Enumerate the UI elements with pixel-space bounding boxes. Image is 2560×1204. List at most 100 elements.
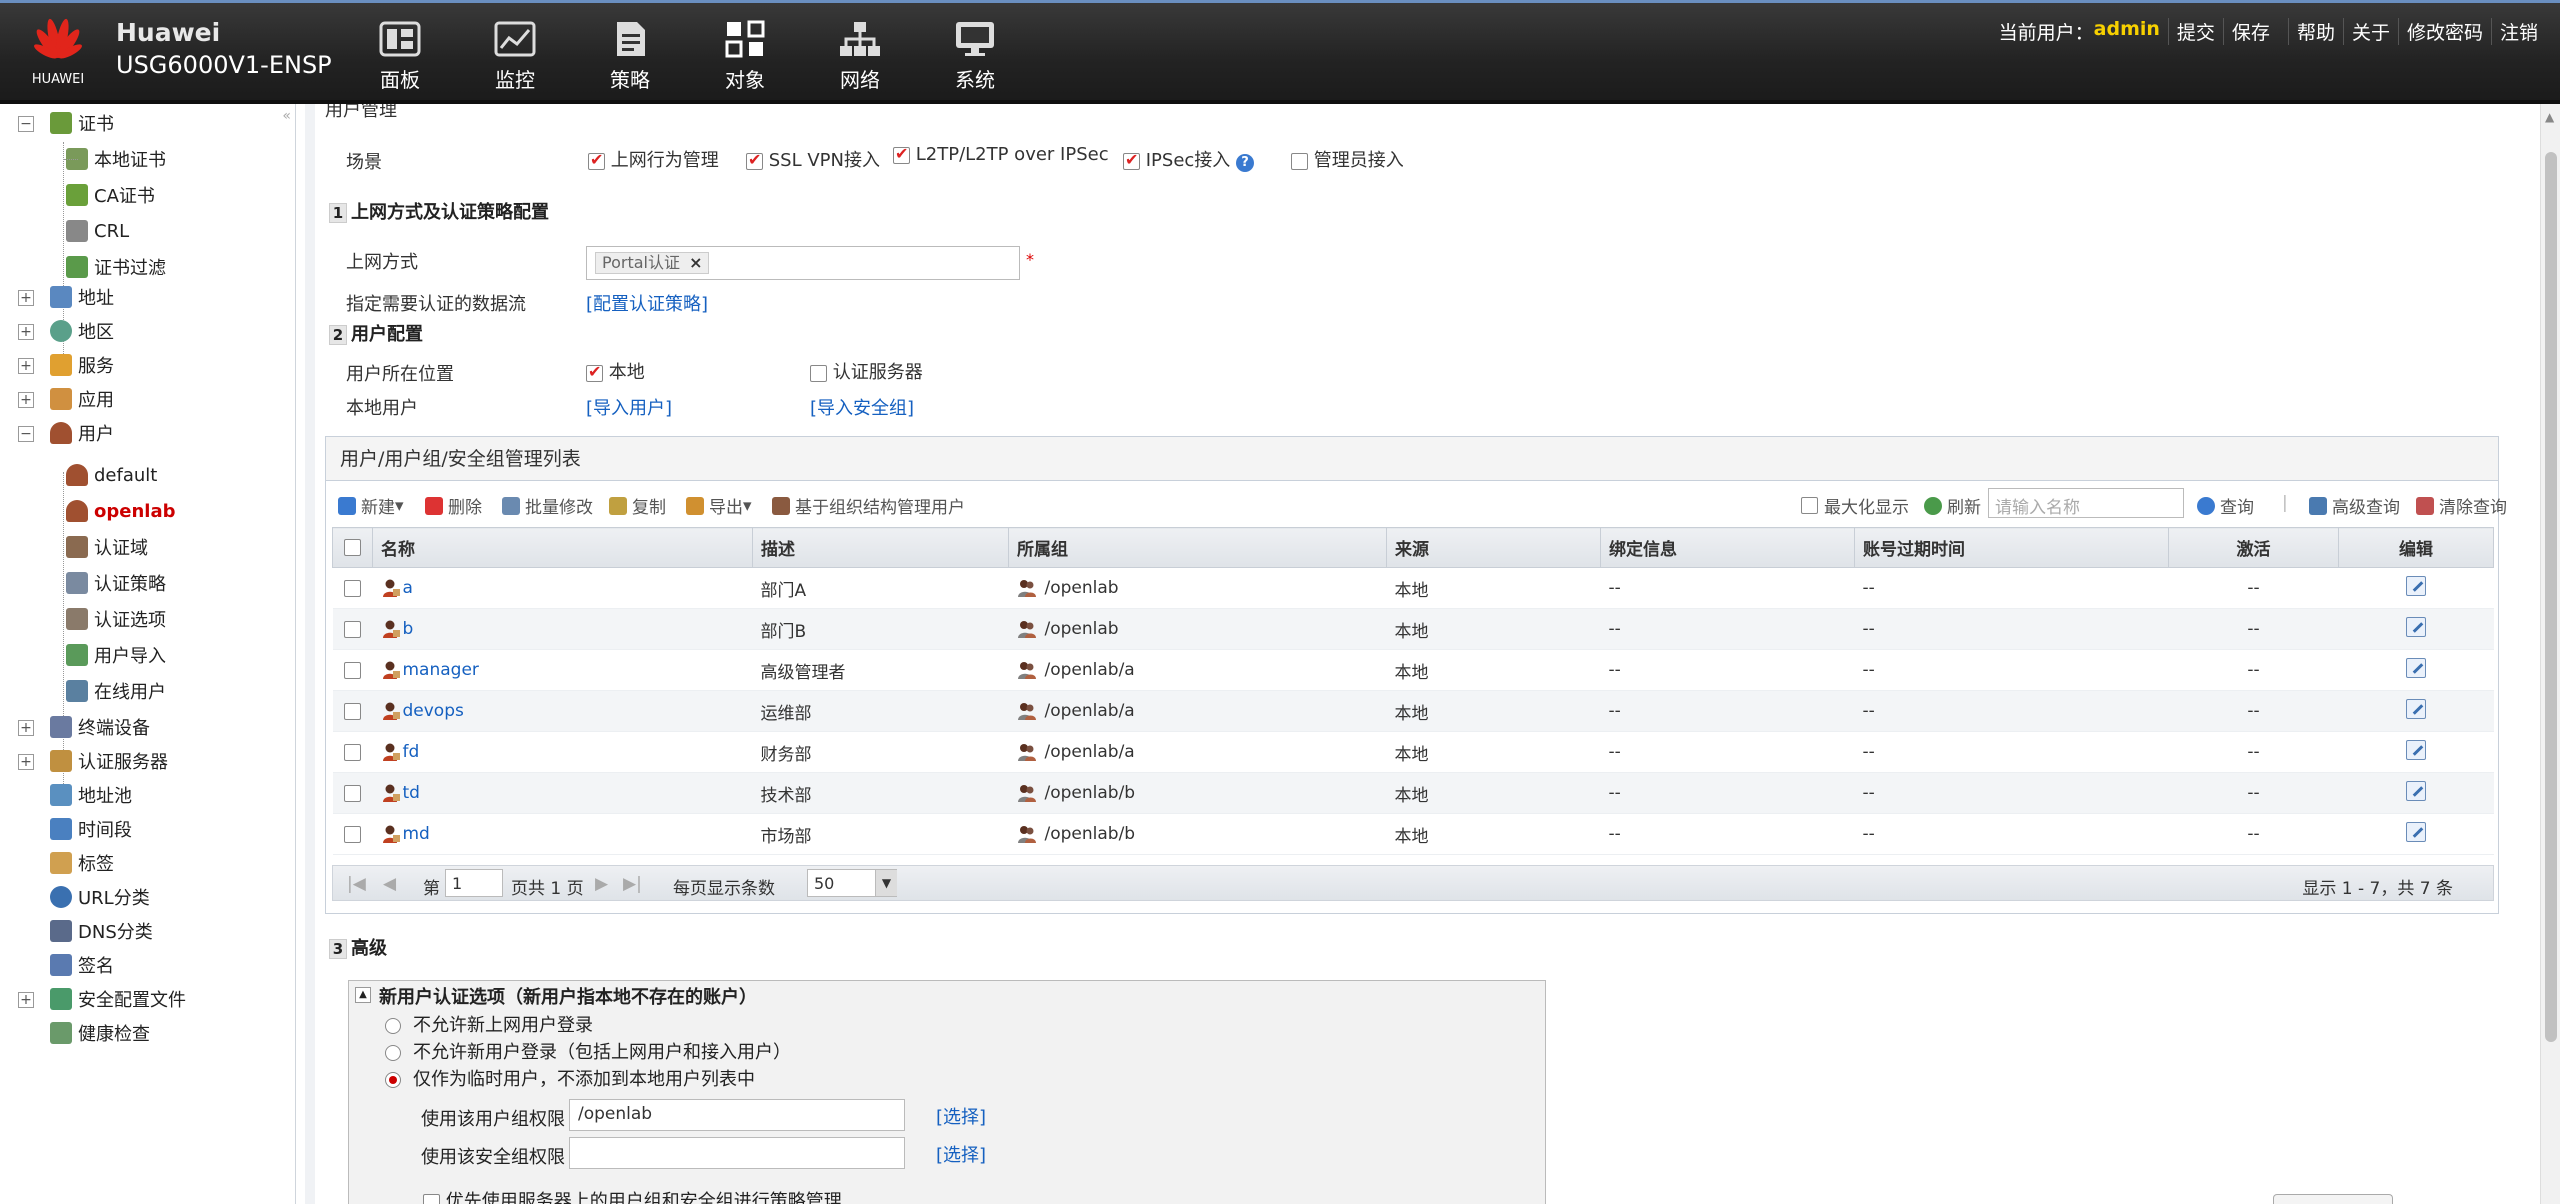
tree-item-dns-category[interactable]: DNS分类 bbox=[50, 916, 153, 946]
col-name[interactable]: 名称 bbox=[372, 527, 753, 568]
save-link[interactable]: 保存 bbox=[2222, 18, 2278, 45]
location-local[interactable]: 本地 bbox=[586, 358, 645, 384]
tree-toggle[interactable]: − bbox=[18, 426, 34, 442]
advanced-query-button[interactable]: 高级查询 bbox=[2309, 493, 2400, 518]
scene-internet-behavior[interactable]: 上网行为管理 bbox=[588, 146, 719, 172]
tree-item-auth-policy[interactable]: 认证策略 bbox=[66, 568, 166, 598]
tree-item-default[interactable]: default bbox=[66, 460, 157, 490]
cell-edit[interactable] bbox=[2338, 731, 2494, 773]
cell-name[interactable]: manager bbox=[372, 649, 753, 691]
submit-link[interactable]: 提交 bbox=[2167, 18, 2223, 45]
tree-item-terminal[interactable]: 终端设备 bbox=[50, 712, 150, 742]
tree-item-auth-server[interactable]: 认证服务器 bbox=[50, 746, 168, 776]
partial-button[interactable] bbox=[2273, 1194, 2393, 1204]
cell-name[interactable]: md bbox=[372, 813, 753, 855]
select-security-group-link[interactable]: [选择] bbox=[936, 1141, 986, 1167]
first-page-icon[interactable]: |◀ bbox=[347, 874, 366, 894]
radio-button[interactable] bbox=[385, 1018, 401, 1034]
tree-toggle[interactable]: + bbox=[18, 754, 34, 770]
tree-item-user-import[interactable]: 用户导入 bbox=[66, 640, 166, 670]
col-edit[interactable]: 编辑 bbox=[2338, 527, 2494, 568]
chevron-down-icon[interactable]: ▼ bbox=[875, 870, 897, 896]
delete-button[interactable]: 删除 bbox=[425, 493, 482, 518]
scrollbar-thumb[interactable] bbox=[2545, 152, 2557, 1042]
refresh-button[interactable]: 刷新 bbox=[1924, 493, 1981, 518]
tree-item-ca-cert[interactable]: CA证书 bbox=[64, 180, 155, 210]
checkbox[interactable] bbox=[746, 150, 763, 170]
import-users-link[interactable]: [导入用户] bbox=[586, 394, 672, 420]
tree-item-openlab[interactable]: openlab bbox=[66, 496, 175, 526]
edit-icon[interactable] bbox=[2406, 657, 2426, 678]
tree-item-tag[interactable]: 标签 bbox=[50, 848, 114, 878]
select-all-checkbox[interactable] bbox=[344, 539, 361, 556]
row-select-cell[interactable] bbox=[332, 813, 373, 855]
tree-toggle[interactable]: + bbox=[18, 358, 34, 374]
cell-edit[interactable] bbox=[2338, 649, 2494, 691]
query-button[interactable]: 查询 bbox=[2197, 493, 2254, 518]
maximize-toggle[interactable]: 最大化显示 bbox=[1801, 493, 1909, 518]
option-temporary-user[interactable]: 仅作为临时用户，不添加到本地用户列表中 bbox=[385, 1065, 755, 1091]
tree-item-cert-filter[interactable]: 证书过滤 bbox=[64, 252, 166, 282]
tree-item-certificate[interactable]: 证书 bbox=[50, 108, 114, 138]
logout-link[interactable]: 注销 bbox=[2490, 18, 2546, 45]
tree-item-auth-options[interactable]: 认证选项 bbox=[66, 604, 166, 634]
col-binding[interactable]: 绑定信息 bbox=[1600, 527, 1855, 568]
change-password-link[interactable]: 修改密码 bbox=[2397, 18, 2491, 45]
collapse-sidebar-icon[interactable]: « bbox=[282, 108, 291, 124]
edit-icon[interactable] bbox=[2406, 821, 2426, 842]
tree-toggle[interactable]: − bbox=[18, 116, 34, 132]
col-group[interactable]: 所属组 bbox=[1008, 527, 1387, 568]
tree-item-local-cert[interactable]: 本地证书 bbox=[64, 144, 166, 174]
nav-dashboard[interactable]: 面板 bbox=[355, 20, 445, 93]
tree-item-signature[interactable]: 签名 bbox=[50, 950, 114, 980]
user-name-link[interactable]: a bbox=[403, 578, 413, 598]
cell-name[interactable]: a bbox=[372, 567, 753, 609]
export-button[interactable]: 导出 ▾ bbox=[686, 493, 752, 518]
group-permission-input[interactable]: /openlab bbox=[569, 1099, 905, 1131]
scene-l2tp[interactable]: L2TP/L2TP over IPSec bbox=[893, 144, 1109, 165]
tree-item-auth-domain[interactable]: 认证域 bbox=[66, 532, 148, 562]
prefer-server-groups[interactable]: 优先使用服务器上的用户组和安全组进行策略管理 bbox=[423, 1187, 842, 1204]
import-groups-link[interactable]: [导入安全组] bbox=[810, 394, 914, 420]
edit-icon[interactable] bbox=[2406, 780, 2426, 801]
tree-toggle[interactable]: + bbox=[18, 290, 34, 306]
cell-name[interactable]: b bbox=[372, 608, 753, 650]
col-expiry[interactable]: 账号过期时间 bbox=[1854, 527, 2169, 568]
row-checkbox[interactable] bbox=[344, 825, 361, 843]
checkbox[interactable] bbox=[810, 364, 827, 382]
scroll-up-icon[interactable]: ▲ bbox=[2545, 110, 2554, 124]
clear-query-button[interactable]: 清除查询 bbox=[2416, 493, 2507, 518]
edit-icon[interactable] bbox=[2406, 575, 2426, 596]
cell-edit[interactable] bbox=[2338, 690, 2494, 732]
row-select-cell[interactable] bbox=[332, 567, 373, 609]
cell-edit[interactable] bbox=[2338, 608, 2494, 650]
nav-network[interactable]: 网络 bbox=[815, 20, 905, 93]
checkbox[interactable] bbox=[586, 362, 603, 382]
checkbox[interactable] bbox=[1801, 497, 1818, 514]
row-select-cell[interactable] bbox=[332, 731, 373, 773]
cell-name[interactable]: fd bbox=[372, 731, 753, 773]
radio-button[interactable] bbox=[385, 1045, 401, 1061]
tree-item-online-users[interactable]: 在线用户 bbox=[66, 676, 166, 706]
user-name-link[interactable]: manager bbox=[403, 660, 479, 680]
table-row[interactable]: b 部门B/openlab 本地 -- -- -- bbox=[332, 608, 2494, 650]
last-page-icon[interactable]: ▶| bbox=[623, 874, 642, 894]
cell-name[interactable]: devops bbox=[372, 690, 753, 732]
tree-item-user[interactable]: 用户 bbox=[50, 418, 114, 448]
tree-toggle[interactable]: + bbox=[18, 992, 34, 1008]
row-checkbox[interactable] bbox=[344, 784, 361, 802]
user-name-link[interactable]: b bbox=[403, 619, 414, 639]
checkbox[interactable] bbox=[1291, 152, 1308, 170]
col-description[interactable]: 描述 bbox=[752, 527, 1009, 568]
configure-auth-policy-link[interactable]: [配置认证策略] bbox=[586, 290, 708, 316]
security-group-permission-input[interactable] bbox=[569, 1137, 905, 1169]
tree-item-time-range[interactable]: 时间段 bbox=[50, 814, 132, 844]
user-name-link[interactable]: devops bbox=[403, 701, 464, 721]
nav-object[interactable]: 对象 bbox=[700, 20, 790, 93]
new-button[interactable]: 新建 ▾ bbox=[338, 493, 404, 518]
tree-toggle[interactable]: + bbox=[18, 324, 34, 340]
table-row[interactable]: devops 运维部/openlab/a 本地 -- -- -- bbox=[332, 690, 2494, 732]
help-icon[interactable]: ? bbox=[1236, 154, 1255, 172]
col-active[interactable]: 激活 bbox=[2168, 527, 2339, 568]
prev-page-icon[interactable]: ◀ bbox=[383, 874, 396, 894]
